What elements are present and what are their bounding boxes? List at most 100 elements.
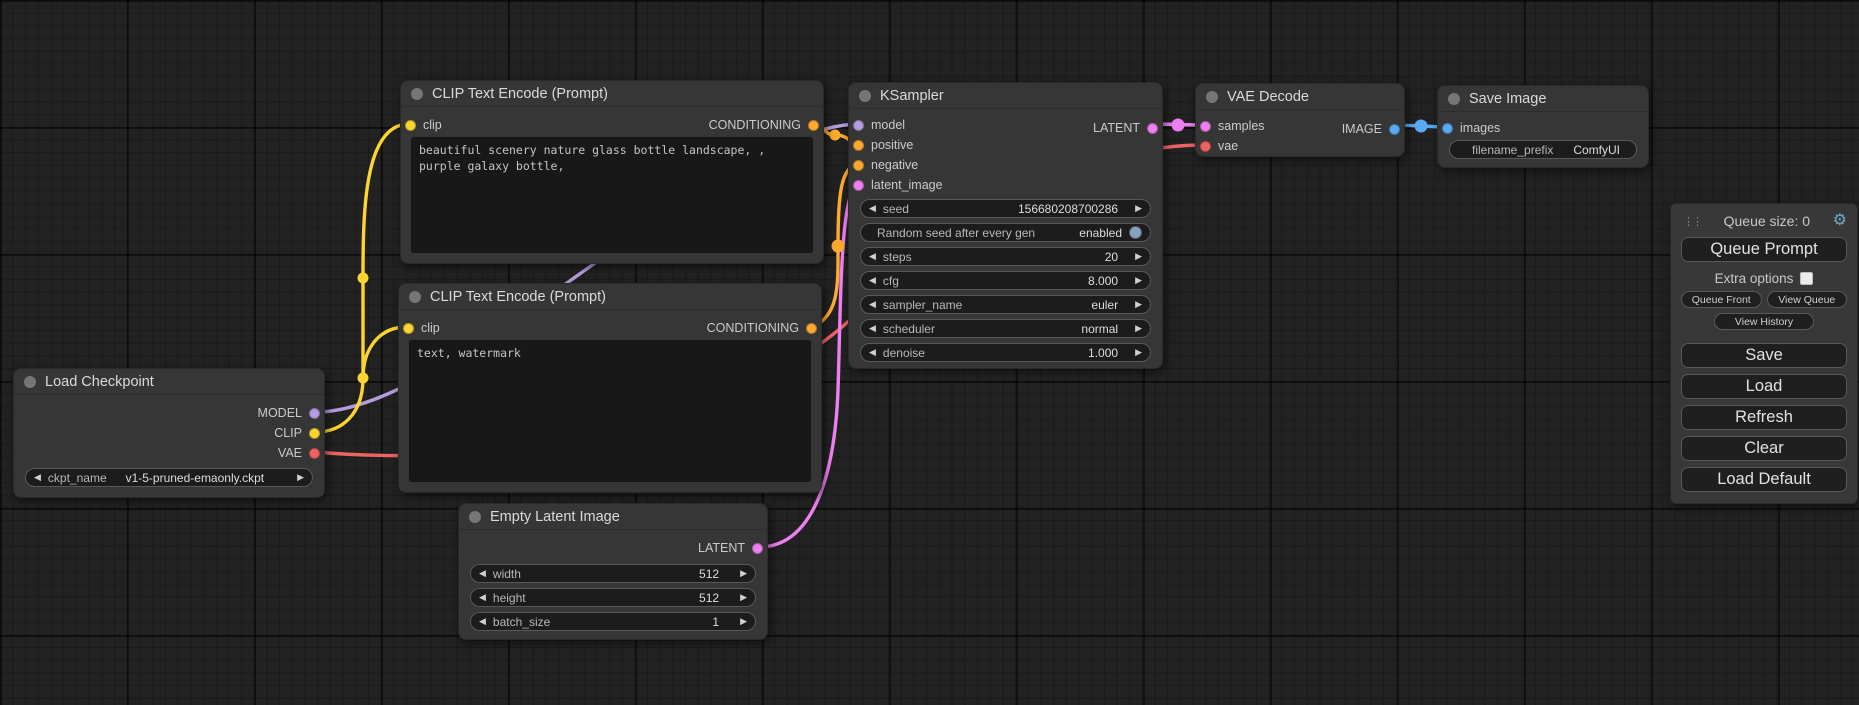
output-port-latent[interactable]: LATENT (1093, 121, 1158, 135)
collapse-dot-icon[interactable] (1448, 93, 1460, 105)
decrement-arrow-icon[interactable]: ◀ (869, 204, 876, 213)
increment-arrow-icon[interactable]: ▶ (1135, 348, 1142, 357)
node-ksampler[interactable]: KSampler model positive negative lat (848, 82, 1163, 369)
input-port-negative[interactable]: negative (853, 155, 1158, 175)
load-default-button[interactable]: Load Default (1681, 467, 1847, 492)
ckpt-name-widget[interactable]: ◀ ckpt_name v1-5-pruned-emaonly.ckpt ▶ (25, 468, 313, 487)
latent-port-dot[interactable] (752, 543, 763, 554)
node-empty-latent-image[interactable]: Empty Latent Image LATENT ◀ width 512 ▶ … (458, 503, 768, 640)
node-titlebar[interactable]: VAE Decode (1196, 84, 1404, 110)
decrement-arrow-icon[interactable]: ◀ (34, 473, 41, 482)
decrement-arrow-icon[interactable]: ◀ (869, 324, 876, 333)
toggle-knob-icon[interactable] (1129, 226, 1142, 239)
output-port-latent[interactable]: LATENT (698, 541, 763, 555)
load-button[interactable]: Load (1681, 374, 1847, 399)
collapse-dot-icon[interactable] (24, 376, 36, 388)
node-titlebar[interactable]: KSampler (849, 83, 1162, 109)
decrement-arrow-icon[interactable]: ◀ (479, 617, 486, 626)
output-port-conditioning[interactable]: CONDITIONING (707, 321, 817, 335)
comfy-menu-panel[interactable]: ⋮⋮ Queue size: 0 ⚙ Queue Prompt Extra op… (1670, 203, 1858, 504)
output-port-model[interactable]: MODEL (18, 403, 320, 423)
denoise-widget[interactable]: ◀ denoise 1.000 ▶ (860, 343, 1151, 362)
decrement-arrow-icon[interactable]: ◀ (869, 300, 876, 309)
clip-port-dot[interactable] (403, 323, 414, 334)
positive-prompt-textarea[interactable]: beautiful scenery nature glass bottle la… (411, 137, 813, 253)
latent-port-dot[interactable] (853, 180, 864, 191)
conditioning-port-dot[interactable] (806, 323, 817, 334)
extra-options-checkbox[interactable] (1800, 272, 1813, 285)
output-port-vae[interactable]: VAE (18, 443, 320, 463)
queue-prompt-button[interactable]: Queue Prompt (1681, 237, 1847, 262)
increment-arrow-icon[interactable]: ▶ (1135, 300, 1142, 309)
settings-gear-icon[interactable]: ⚙ (1833, 213, 1847, 229)
increment-arrow-icon[interactable]: ▶ (1135, 204, 1142, 213)
model-port-dot[interactable] (309, 408, 320, 419)
increment-arrow-icon[interactable]: ▶ (1135, 276, 1142, 285)
clear-button[interactable]: Clear (1681, 436, 1847, 461)
random-seed-toggle-widget[interactable]: Random seed after every gen enabled (860, 223, 1151, 242)
batch-size-widget[interactable]: ◀ batch_size 1 ▶ (470, 612, 756, 631)
collapse-dot-icon[interactable] (469, 511, 481, 523)
increment-arrow-icon[interactable]: ▶ (1135, 252, 1142, 261)
negative-prompt-textarea[interactable]: text, watermark (409, 340, 811, 482)
latent-port-dot[interactable] (1200, 121, 1211, 132)
decrement-arrow-icon[interactable]: ◀ (869, 348, 876, 357)
clip-port-dot[interactable] (309, 428, 320, 439)
node-titlebar[interactable]: Save Image (1438, 86, 1648, 112)
view-queue-button[interactable]: View Queue (1767, 291, 1848, 308)
node-clip-text-encode-negative[interactable]: CLIP Text Encode (Prompt) clip CONDITION… (398, 283, 822, 493)
increment-arrow-icon[interactable]: ▶ (1135, 324, 1142, 333)
cfg-widget[interactable]: ◀ cfg 8.000 ▶ (860, 271, 1151, 290)
conditioning-port-dot[interactable] (853, 160, 864, 171)
conditioning-port-dot[interactable] (808, 120, 819, 131)
input-port-vae[interactable]: vae (1200, 136, 1400, 156)
view-history-button[interactable]: View History (1714, 313, 1814, 330)
scheduler-widget[interactable]: ◀ scheduler normal ▶ (860, 319, 1151, 338)
save-button[interactable]: Save (1681, 343, 1847, 368)
node-load-checkpoint[interactable]: Load Checkpoint MODEL CLIP VAE ◀ ckpt_na… (13, 368, 325, 498)
collapse-dot-icon[interactable] (859, 90, 871, 102)
input-port-clip[interactable]: clip (405, 118, 442, 132)
increment-arrow-icon[interactable]: ▶ (740, 593, 747, 602)
output-port-conditioning[interactable]: CONDITIONING (709, 118, 819, 132)
image-port-dot[interactable] (1389, 124, 1400, 135)
decrement-arrow-icon[interactable]: ◀ (869, 252, 876, 261)
steps-widget[interactable]: ◀ steps 20 ▶ (860, 247, 1151, 266)
vae-port-dot[interactable] (1200, 141, 1211, 152)
refresh-button[interactable]: Refresh (1681, 405, 1847, 430)
node-titlebar[interactable]: Empty Latent Image (459, 504, 767, 530)
node-save-image[interactable]: Save Image images filename_prefix ComfyU… (1437, 85, 1649, 168)
width-widget[interactable]: ◀ width 512 ▶ (470, 564, 756, 583)
input-port-latent-image[interactable]: latent_image (853, 175, 1158, 195)
sampler-name-widget[interactable]: ◀ sampler_name euler ▶ (860, 295, 1151, 314)
input-port-positive[interactable]: positive (853, 135, 1158, 155)
collapse-dot-icon[interactable] (409, 291, 421, 303)
node-graph-canvas[interactable]: Load Checkpoint MODEL CLIP VAE ◀ ckpt_na… (0, 0, 1859, 705)
node-vae-decode[interactable]: VAE Decode samples vae IMAGE (1195, 83, 1405, 157)
collapse-dot-icon[interactable] (1206, 91, 1218, 103)
decrement-arrow-icon[interactable]: ◀ (479, 569, 486, 578)
input-port-images[interactable]: images (1442, 118, 1644, 138)
decrement-arrow-icon[interactable]: ◀ (479, 593, 486, 602)
clip-port-dot[interactable] (405, 120, 416, 131)
image-port-dot[interactable] (1442, 123, 1453, 134)
node-titlebar[interactable]: Load Checkpoint (14, 369, 324, 395)
drag-handle-icon[interactable]: ⋮⋮ (1683, 215, 1701, 228)
latent-port-dot[interactable] (1147, 123, 1158, 134)
conditioning-port-dot[interactable] (853, 140, 864, 151)
output-port-image[interactable]: IMAGE (1342, 122, 1400, 136)
node-clip-text-encode-positive[interactable]: CLIP Text Encode (Prompt) clip CONDITION… (400, 80, 824, 264)
seed-widget[interactable]: ◀ seed 156680208700286 ▶ (860, 199, 1151, 218)
height-widget[interactable]: ◀ height 512 ▶ (470, 588, 756, 607)
queue-front-button[interactable]: Queue Front (1681, 291, 1762, 308)
increment-arrow-icon[interactable]: ▶ (297, 473, 304, 482)
node-titlebar[interactable]: CLIP Text Encode (Prompt) (401, 81, 823, 107)
output-port-clip[interactable]: CLIP (18, 423, 320, 443)
increment-arrow-icon[interactable]: ▶ (740, 569, 747, 578)
input-port-clip[interactable]: clip (403, 321, 440, 335)
node-titlebar[interactable]: CLIP Text Encode (Prompt) (399, 284, 821, 310)
collapse-dot-icon[interactable] (411, 88, 423, 100)
vae-port-dot[interactable] (309, 448, 320, 459)
decrement-arrow-icon[interactable]: ◀ (869, 276, 876, 285)
model-port-dot[interactable] (853, 120, 864, 131)
